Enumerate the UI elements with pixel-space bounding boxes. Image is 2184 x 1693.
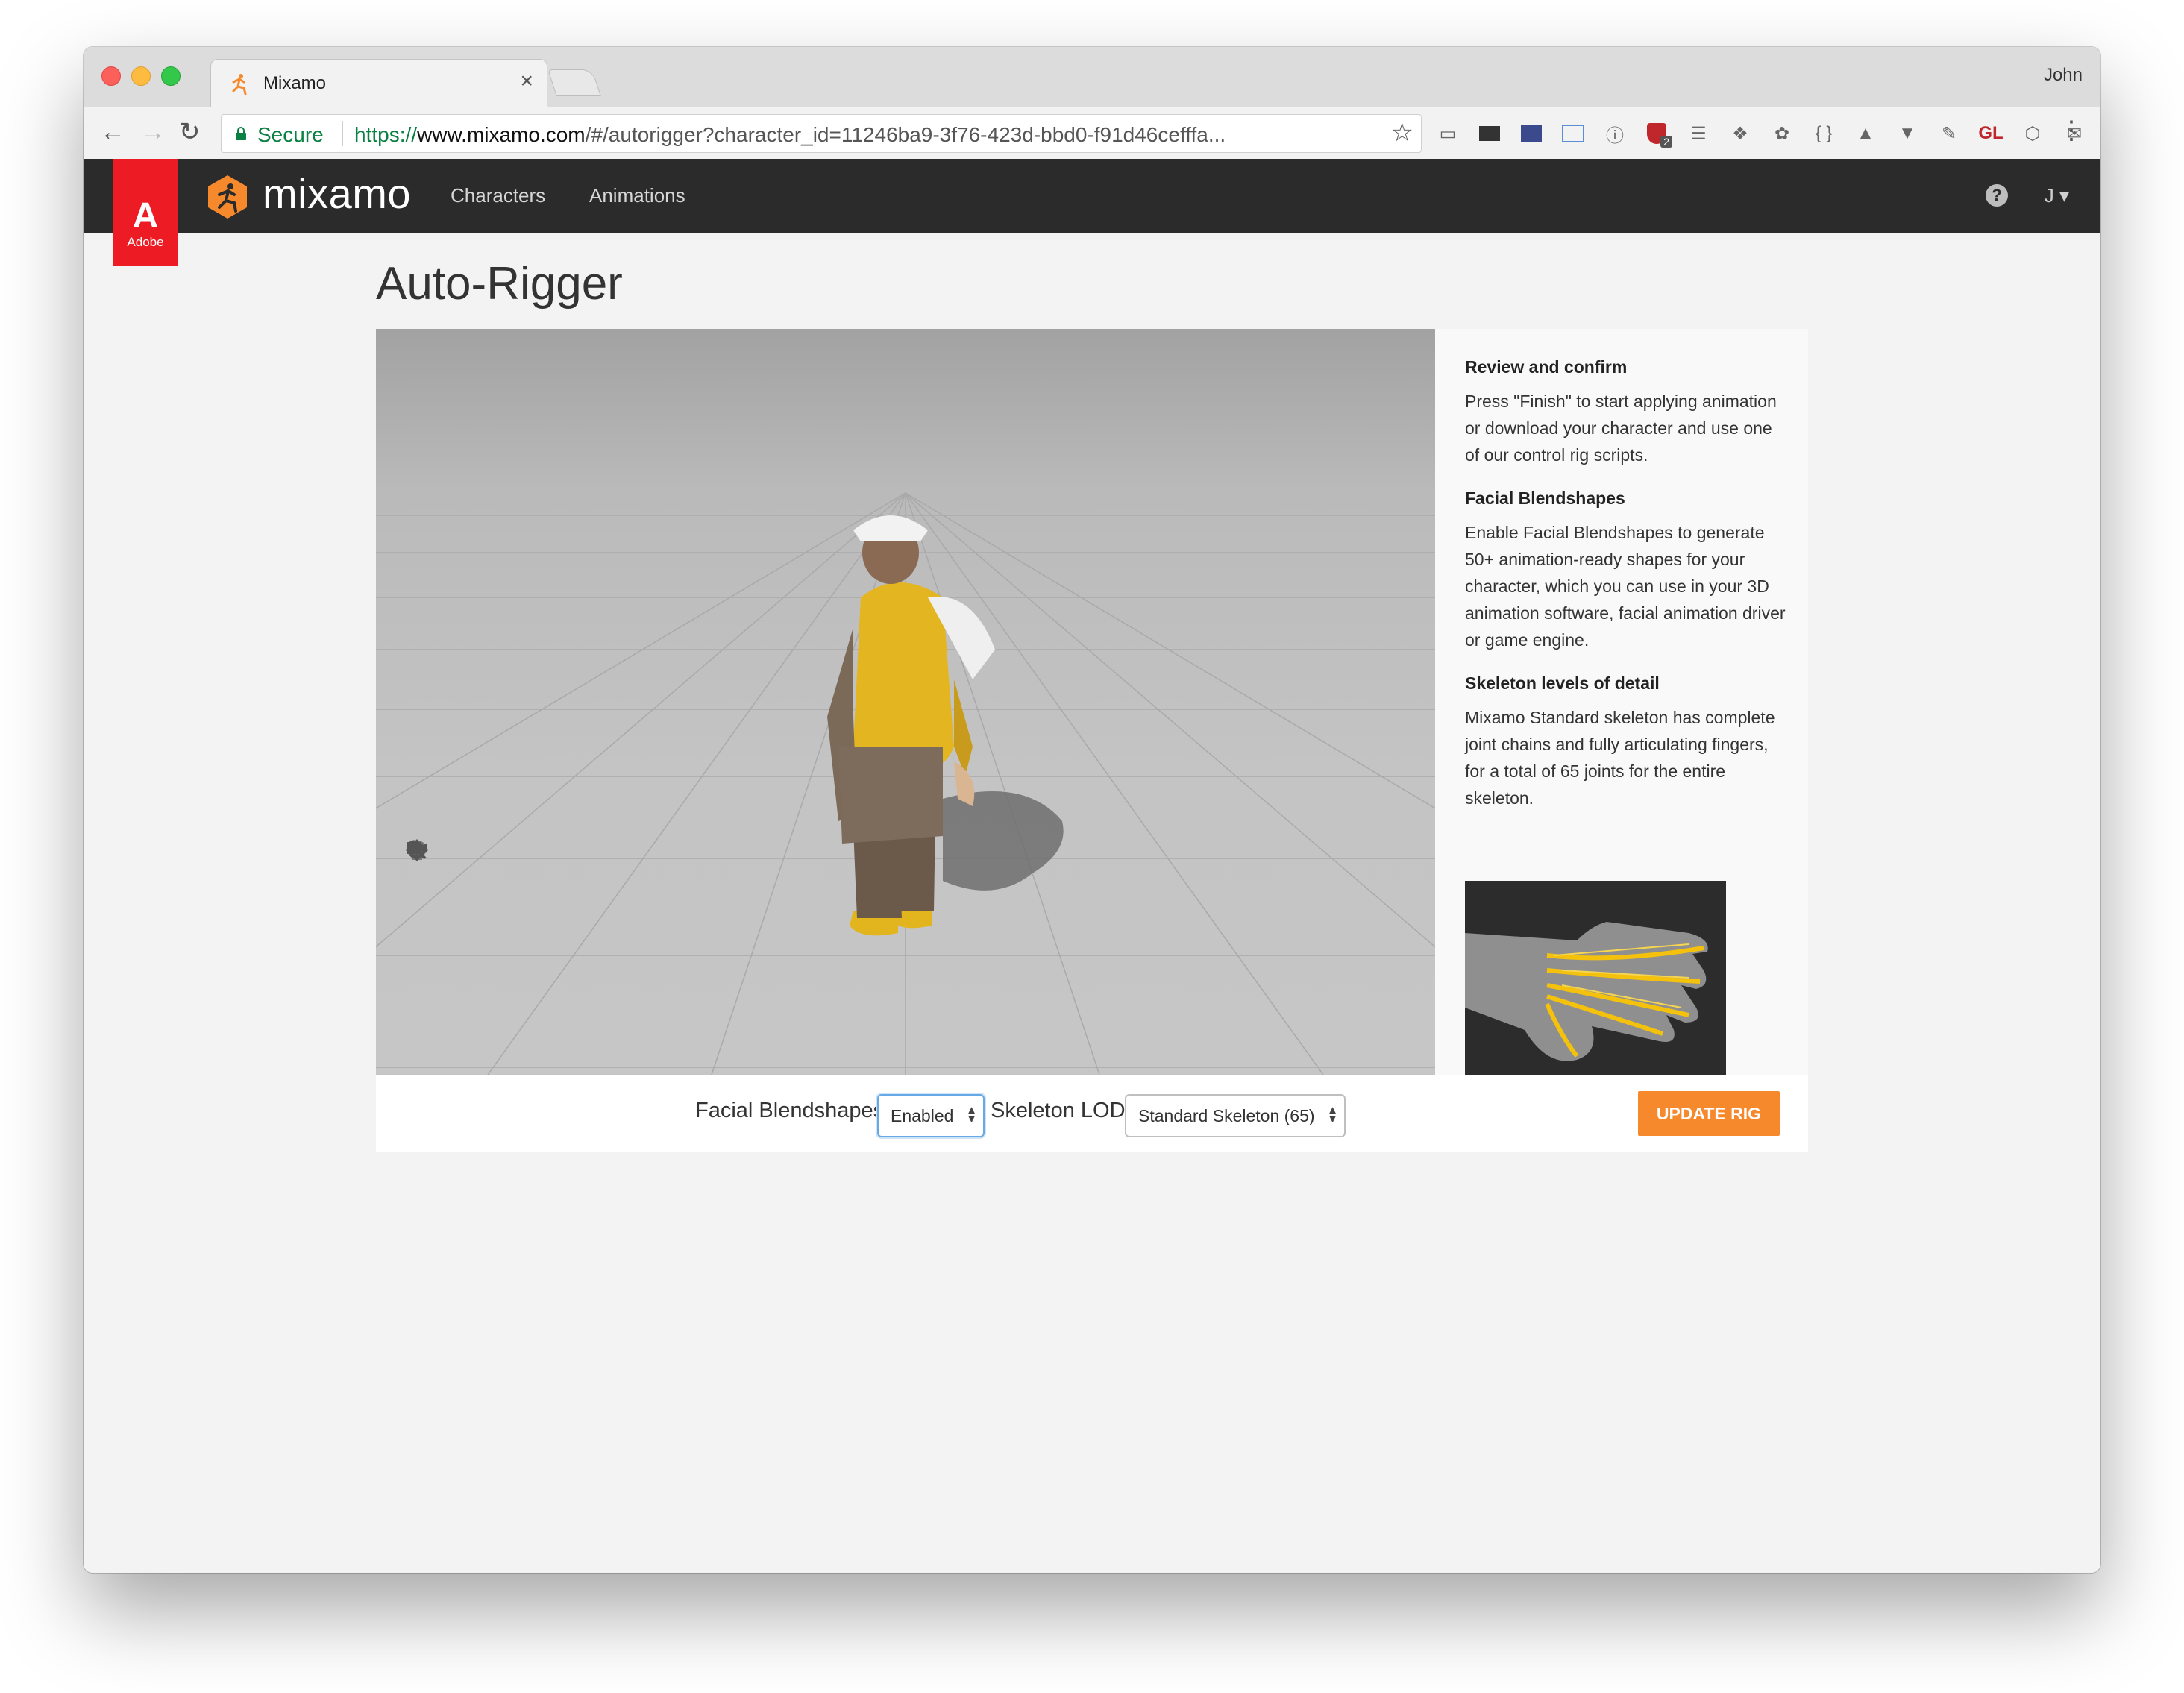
- browser-tab[interactable]: Mixamo ×: [210, 59, 547, 107]
- review-heading: Review and confirm: [1465, 357, 1628, 377]
- viewport-scene: [376, 492, 1435, 1075]
- reset-icon[interactable]: [406, 841, 433, 908]
- hand-skeleton-image: [1465, 881, 1726, 1090]
- info-extension-icon[interactable]: ⓘ: [1599, 119, 1631, 148]
- facial-blendshapes-select[interactable]: Enabled ▲ ▼: [877, 1094, 985, 1137]
- terminal-icon[interactable]: [1474, 119, 1505, 148]
- nav-characters[interactable]: Characters: [451, 184, 545, 207]
- url-path: /#/autorigger?character_id=11246ba9-3f76…: [585, 123, 1226, 146]
- skeleton-lod-value: Standard Skeleton (65): [1138, 1106, 1315, 1125]
- address-bar[interactable]: Secure https://www.mixamo.com/#/autorigg…: [221, 114, 1422, 153]
- extension-badge: 2: [1660, 136, 1672, 148]
- minimize-window-button[interactable]: [131, 66, 151, 86]
- facial-blendshapes-value: Enabled: [891, 1106, 954, 1125]
- cast-icon[interactable]: ▭: [1432, 119, 1463, 148]
- skeleton-section: Skeleton levels of detail Mixamo Standar…: [1465, 673, 1786, 811]
- caret-down-icon: ▾: [2053, 184, 2069, 207]
- title-bar: Mixamo × John: [84, 47, 2100, 107]
- tab-close-icon[interactable]: ×: [520, 69, 533, 94]
- adobe-logo[interactable]: A Adobe: [113, 159, 178, 266]
- select-arrows-icon: ▲ ▼: [966, 1104, 977, 1125]
- select-arrows-icon: ▲ ▼: [1327, 1104, 1338, 1125]
- page-title: Auto-Rigger: [376, 258, 623, 310]
- site-header: A Adobe mixamo Characters Animations ? J…: [84, 159, 2100, 266]
- blendshapes-heading: Facial Blendshapes: [1465, 489, 1625, 508]
- blendshapes-text: Enable Facial Blendshapes to generate 50…: [1465, 523, 1786, 650]
- address-separator: [342, 121, 343, 146]
- power-icon[interactable]: [406, 841, 433, 1002]
- mixamo-logo-icon[interactable]: [204, 174, 251, 220]
- viewer-toolbar: [406, 839, 433, 1037]
- shield-extension-icon[interactable]: 2: [1641, 119, 1672, 148]
- info-panel: Review and confirm Press "Finish" to sta…: [1435, 329, 1808, 1090]
- help-icon[interactable]: ?: [1986, 184, 2008, 207]
- new-tab-button[interactable]: [547, 69, 601, 96]
- adobe-a-icon: A: [132, 196, 159, 236]
- browser-toolbar: ← → ↻ Secure https://www.mixamo.com/#/au…: [84, 107, 2100, 160]
- mixamo-favicon-icon: [232, 74, 247, 95]
- url-host: www.mixamo.com: [417, 123, 586, 146]
- dropbox-extension-icon[interactable]: ❖: [1725, 119, 1756, 148]
- maximize-window-button[interactable]: [161, 66, 181, 86]
- back-arrow-icon[interactable]: ←: [100, 117, 125, 147]
- skeleton-lod-label: Skeleton LOD: [991, 1099, 1126, 1122]
- update-rig-button[interactable]: UPDATE RIG: [1638, 1091, 1780, 1136]
- astronomy-extension-icon[interactable]: [1516, 119, 1547, 148]
- url-scheme: https://: [354, 123, 418, 146]
- feather-extension-icon[interactable]: ✿: [1766, 119, 1798, 148]
- json-extension-icon[interactable]: { }: [1808, 119, 1839, 148]
- review-text: Press "Finish" to start applying animati…: [1465, 392, 1777, 465]
- zoom-icon[interactable]: [406, 840, 433, 970]
- bookmark-star-icon[interactable]: ☆: [1391, 118, 1413, 148]
- adobe-wordmark: Adobe: [127, 235, 164, 249]
- camera-icon[interactable]: [406, 842, 433, 1033]
- blendshapes-section: Facial Blendshapes Enable Facial Blendsh…: [1465, 489, 1786, 653]
- user-menu[interactable]: J ▾: [2045, 184, 2069, 207]
- nav-animations[interactable]: Animations: [589, 184, 685, 207]
- window-extension-icon[interactable]: [1557, 119, 1589, 148]
- gl-extension-icon[interactable]: GL: [1975, 119, 2006, 148]
- hex-extension-icon[interactable]: ⬡: [2017, 119, 2048, 148]
- lock-icon: [236, 127, 246, 140]
- character-model: [827, 515, 1064, 936]
- user-initial: J: [2044, 184, 2054, 207]
- secure-label: Secure: [257, 123, 324, 146]
- rig-options-bar: Facial Blendshapes Enabled ▲ ▼ Skeleton L…: [376, 1075, 1808, 1152]
- skeleton-heading: Skeleton levels of detail: [1465, 673, 1660, 693]
- facial-blendshapes-label: Facial Blendshapes: [695, 1099, 885, 1122]
- profile-name[interactable]: John: [2044, 65, 2083, 86]
- forward-arrow-icon[interactable]: →: [140, 117, 166, 147]
- pen-extension-icon[interactable]: ✎: [1933, 119, 1965, 148]
- close-window-button[interactable]: [101, 66, 121, 86]
- tab-title: Mixamo: [263, 73, 327, 93]
- extension-icons: ▭ ⓘ 2 ☰ ❖ ✿ { } ▲ ▼ ✎ GL ⬡ ✉: [1432, 119, 2100, 148]
- reload-icon[interactable]: ↻: [179, 117, 201, 147]
- browser-window: Mixamo × John ← → ↻ Secure https://www.m…: [84, 47, 2100, 1573]
- character-viewport[interactable]: [376, 329, 1435, 1075]
- pan-icon[interactable]: [406, 839, 433, 939]
- brand-name[interactable]: mixamo: [263, 169, 411, 218]
- layers-extension-icon[interactable]: ☰: [1683, 119, 1714, 148]
- vue-extension-icon[interactable]: ▼: [1892, 119, 1923, 148]
- url-text: https://www.mixamo.com/#/autorigger?char…: [354, 123, 1226, 147]
- drive-extension-icon[interactable]: ▲: [1850, 119, 1881, 148]
- skeleton-lod-select[interactable]: Standard Skeleton (65) ▲ ▼: [1125, 1094, 1346, 1137]
- browser-menu-icon[interactable]: ⋮: [2059, 116, 2084, 145]
- review-section: Review and confirm Press "Finish" to sta…: [1465, 357, 1786, 468]
- skeleton-text: Mixamo Standard skeleton has complete jo…: [1465, 708, 1775, 808]
